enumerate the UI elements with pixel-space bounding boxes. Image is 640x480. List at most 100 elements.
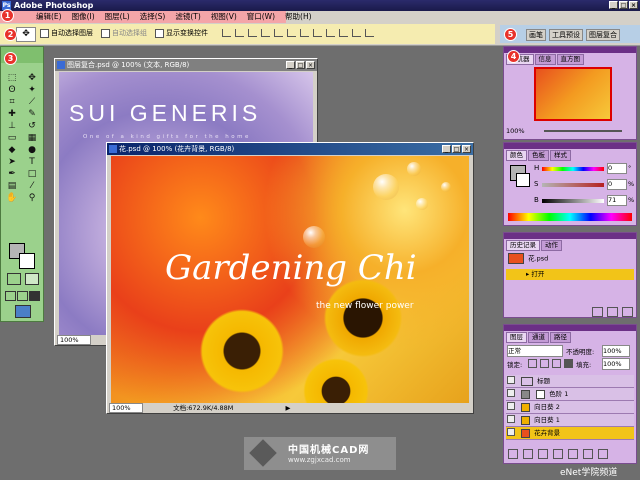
align-right-icon[interactable] [287,29,296,37]
visibility-eye-icon[interactable] [507,389,515,397]
lock-transparency-icon[interactable] [528,359,537,368]
new-snapshot-icon[interactable] [607,307,618,317]
background-color-swatch[interactable] [19,253,35,269]
link-layers-icon[interactable] [508,449,518,459]
trash-icon[interactable] [622,307,633,317]
tab-layers[interactable]: 图层 [506,332,527,343]
menu-filter[interactable]: 滤镜(T) [175,11,200,23]
distribute-hcenter-icon[interactable] [352,29,361,37]
notes-tool-icon[interactable]: ▤ [6,181,18,191]
slice-tool-icon[interactable]: ⟋ [26,97,38,107]
tab-swatches[interactable]: 色板 [528,150,549,161]
lasso-tool-icon[interactable]: ʘ [6,85,18,95]
close-icon[interactable]: × [306,61,315,69]
new-document-icon[interactable] [592,307,603,317]
tab-channels[interactable]: 通道 [528,332,549,343]
standard-mode-icon[interactable] [7,273,21,285]
visibility-eye-icon[interactable] [507,402,515,410]
menu-image[interactable]: 图像(I) [72,11,95,23]
move-tool-icon[interactable]: ✥ [26,73,38,83]
tab-histogram[interactable]: 直方图 [556,54,584,65]
layer-row[interactable]: 向日葵 2 [506,401,634,414]
well-tab-brushes[interactable]: 画笔 [526,29,546,41]
close-icon[interactable]: × [462,145,471,153]
lock-all-icon[interactable] [564,359,573,368]
show-transform-checkbox[interactable]: 显示变换控件 [155,28,208,38]
layer-row[interactable]: 标题 [506,375,634,388]
healing-brush-tool-icon[interactable]: ✚ [6,109,18,119]
layer-style-icon[interactable] [523,449,533,459]
opacity-field[interactable]: 100% [602,345,630,357]
close-icon[interactable]: × [629,1,638,9]
blend-mode-select[interactable]: 正常 [507,345,563,357]
type-tool-icon[interactable]: T [26,157,38,167]
marquee-tool-icon[interactable]: ⬚ [6,73,18,83]
maximize-icon[interactable]: □ [619,1,628,9]
align-hcenter-icon[interactable] [274,29,283,37]
layer-row-selected[interactable]: 花卉背景 [506,427,634,440]
saturation-slider[interactable] [542,183,604,187]
minimize-icon[interactable]: _ [286,61,295,69]
screen-mode-standard-icon[interactable] [5,291,16,301]
menu-help[interactable]: 帮助(H) [285,11,312,23]
maximize-icon[interactable]: □ [452,145,461,153]
gradient-tool-icon[interactable]: ▦ [26,133,38,143]
distribute-right-icon[interactable] [365,29,374,37]
status-menu-arrow-icon[interactable]: ▶ [286,404,291,412]
eraser-tool-icon[interactable]: ▭ [6,133,18,143]
new-adjustment-layer-icon[interactable] [568,449,578,459]
menu-select[interactable]: 选择(S) [140,11,166,23]
tab-paths[interactable]: 路径 [550,332,571,343]
new-layer-icon[interactable] [583,449,593,459]
pen-tool-icon[interactable]: ✒ [6,169,18,179]
well-tab-tool-presets[interactable]: 工具预设 [549,29,583,41]
magic-wand-tool-icon[interactable]: ✦ [26,85,38,95]
distribute-vcenter-icon[interactable] [313,29,322,37]
new-group-icon[interactable] [553,449,563,459]
navigator-thumbnail[interactable] [534,67,612,121]
screen-mode-full-icon[interactable] [29,291,40,301]
screen-mode-full-menu-icon[interactable] [17,291,28,301]
background-color-swatch[interactable] [516,173,530,187]
layer-row[interactable]: 色阶 1 [506,388,634,401]
brightness-slider[interactable] [542,199,604,203]
brightness-value[interactable]: 71 [607,195,627,206]
brush-tool-icon[interactable]: ✎ [26,109,38,119]
add-mask-icon[interactable] [538,449,548,459]
distribute-left-icon[interactable] [339,29,348,37]
eyedropper-tool-icon[interactable]: ⁄ [26,181,38,191]
clone-stamp-tool-icon[interactable]: ⊥ [6,121,18,131]
align-bottom-icon[interactable] [248,29,257,37]
well-tab-layer-comps[interactable]: 图层复合 [586,29,620,41]
color-ramp[interactable] [508,213,632,221]
tab-info[interactable]: 信息 [534,54,556,65]
document-canvas[interactable]: Gardening Chi the new flower power [111,156,469,403]
fill-field[interactable]: 100% [602,358,630,370]
hand-tool-icon[interactable]: ✋ [6,193,18,203]
minimize-icon[interactable]: _ [442,145,451,153]
lock-position-icon[interactable] [552,359,561,368]
visibility-eye-icon[interactable] [507,415,515,423]
hue-slider[interactable] [542,167,604,171]
maximize-icon[interactable]: □ [296,61,305,69]
saturation-value[interactable]: 0 [607,179,627,190]
blur-tool-icon[interactable]: ◆ [6,145,18,155]
menu-edit[interactable]: 编辑(E) [36,11,62,23]
menu-view[interactable]: 视图(V) [211,11,237,23]
jump-to-imageready-icon[interactable] [15,305,31,318]
history-snapshot[interactable]: 花.psd [506,253,634,264]
zoom-tool-icon[interactable]: ⚲ [26,193,38,203]
menu-window[interactable]: 窗口(W) [247,11,275,23]
auto-select-group-checkbox[interactable]: 自动选择组 [101,28,147,38]
align-top-icon[interactable] [222,29,231,37]
navigator-zoom-slider[interactable] [544,130,622,132]
distribute-top-icon[interactable] [300,29,309,37]
tab-actions[interactable]: 动作 [541,240,562,251]
zoom-field[interactable]: 100% [57,335,91,345]
auto-select-layer-checkbox[interactable]: 自动选择图层 [40,28,93,38]
move-tool-preset-icon[interactable]: ✥ [16,27,36,42]
align-left-icon[interactable] [261,29,270,37]
history-brush-tool-icon[interactable]: ↺ [26,121,38,131]
visibility-eye-icon[interactable] [507,428,515,436]
quick-mask-icon[interactable] [25,273,39,285]
